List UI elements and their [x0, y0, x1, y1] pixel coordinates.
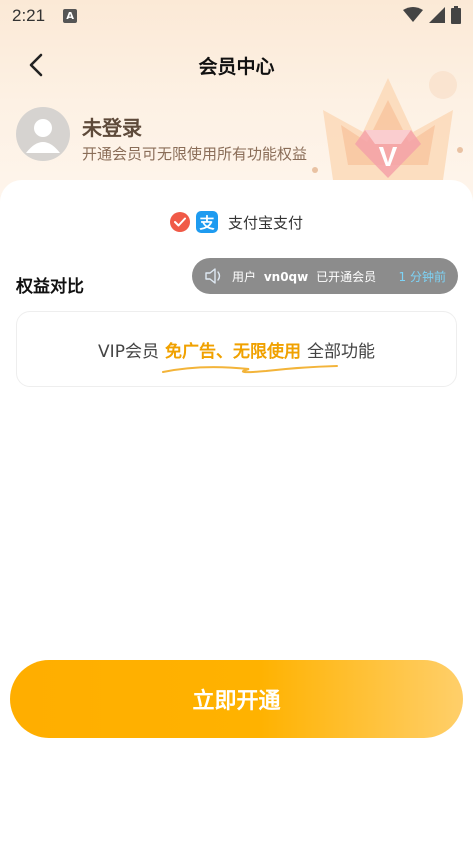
signal-icon [429, 7, 445, 23]
user-subtitle: 开通会员可无限使用所有功能权益 [82, 145, 308, 163]
benefits-title: 权益对比 [16, 277, 84, 297]
wifi-icon [403, 7, 423, 22]
payment-method-option[interactable]: 支 支付宝支付 [0, 207, 473, 237]
notice-banner: 用户 vn0qw 已开通会员 1 分钟前 [192, 258, 458, 294]
notice-user: vn0qw [263, 269, 309, 284]
vip-highlight-wrap: 免广告、无限使用 [161, 337, 338, 373]
check-icon [169, 212, 190, 232]
person-icon [26, 119, 60, 153]
vip-benefit-card: VIP会员 免广告、无限使用 全部功能 [16, 311, 457, 387]
vip-suffix: 全部功能 [306, 341, 375, 362]
speaker-icon [205, 268, 221, 284]
notice-time: 1 分钟前 [398, 269, 446, 284]
status-icons [403, 6, 461, 24]
user-name[interactable]: 未登录 [82, 112, 142, 141]
notice-prefix: 用户 [232, 269, 257, 284]
svg-text:V: V [379, 141, 398, 172]
vip-prefix: VIP会员 [98, 341, 159, 362]
status-bar: 2:21 A [0, 0, 473, 32]
notice-action: 已开通会员 [316, 269, 377, 284]
alipay-icon: 支 [195, 211, 218, 233]
notification-badge: A [63, 9, 78, 23]
payment-method-label: 支付宝支付 [227, 213, 303, 232]
vip-crown-icon: V [312, 71, 463, 180]
underline-decoration [161, 364, 338, 373]
open-membership-button[interactable]: 立即开通 [10, 660, 463, 738]
notice-text: 用户 vn0qw 已开通会员 [232, 268, 376, 285]
status-time: 2:21 [12, 6, 46, 25]
battery-icon [451, 6, 461, 24]
vip-highlight: 免广告、无限使用 [164, 341, 301, 362]
avatar[interactable] [16, 107, 70, 161]
